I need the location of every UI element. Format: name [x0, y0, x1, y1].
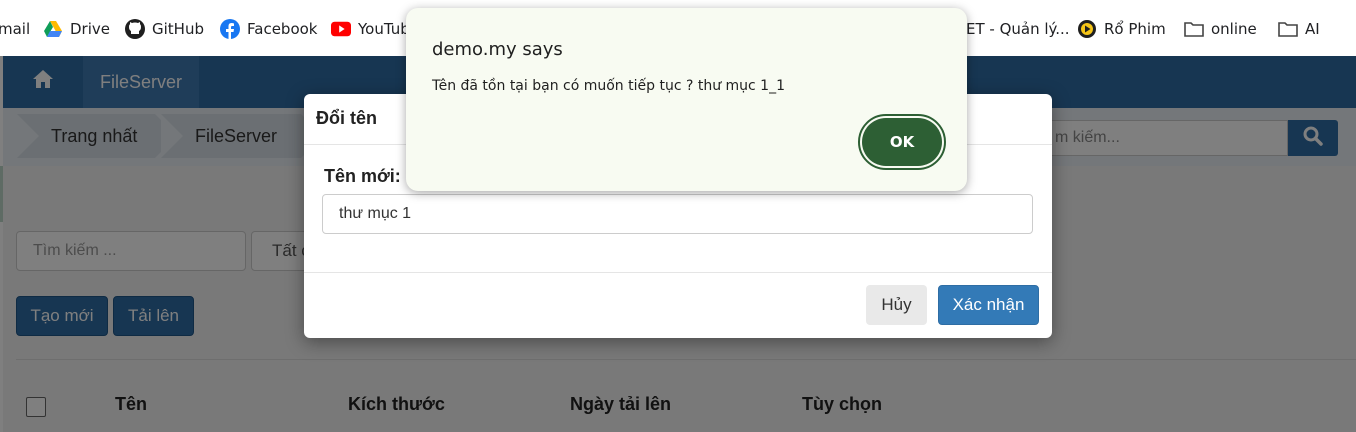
bookmark-label: online	[1211, 20, 1257, 38]
cancel-button[interactable]: Hủy	[866, 285, 927, 325]
play-icon	[1077, 19, 1097, 39]
drive-icon	[43, 19, 63, 39]
bookmark-label: Facebook	[247, 20, 318, 38]
alert-ok-label: OK	[862, 118, 942, 166]
bookmark-label: ET - Quản lý...	[966, 20, 1070, 38]
bookmark-drive[interactable]: Drive	[43, 18, 110, 40]
modal-title: Đổi tên	[316, 108, 377, 128]
bookmark-label: YouTub	[358, 20, 410, 38]
bookmark-github[interactable]: GitHub	[125, 18, 204, 40]
modal-footer-divider	[304, 272, 1052, 273]
bookmark-label: GitHub	[152, 20, 204, 38]
folder-icon	[1184, 19, 1204, 39]
bookmark-label: Drive	[70, 20, 110, 38]
bookmark-quanly[interactable]: ET - Quản lý...	[966, 18, 1070, 40]
bookmark-online[interactable]: online	[1184, 18, 1257, 40]
new-name-label: Tên mới:	[324, 166, 401, 186]
bookmark-youtube[interactable]: YouTub	[331, 18, 410, 40]
alert-title: demo.my says	[432, 39, 563, 60]
bookmark-label: Rổ Phim	[1104, 20, 1166, 38]
bookmark-label: mail	[0, 20, 31, 38]
bookmark-mail[interactable]: mail	[0, 18, 30, 40]
bookmark-ai[interactable]: AI	[1278, 18, 1320, 40]
facebook-icon	[220, 19, 240, 39]
alert-ok-button[interactable]: OK	[858, 114, 946, 170]
alert-message: Tên đã tồn tại bạn có muốn tiếp tục ? th…	[432, 78, 786, 94]
confirm-button[interactable]: Xác nhận	[938, 285, 1039, 325]
bookmark-rophim[interactable]: Rổ Phim	[1077, 18, 1166, 40]
browser-alert-dialog: demo.my says Tên đã tồn tại bạn có muốn …	[406, 8, 967, 191]
youtube-icon	[331, 19, 351, 39]
bookmark-facebook[interactable]: Facebook	[220, 18, 317, 40]
github-icon	[125, 19, 145, 39]
new-name-input[interactable]: thư mục 1	[322, 194, 1033, 234]
folder-icon	[1278, 19, 1298, 39]
bookmark-label: AI	[1305, 20, 1320, 38]
